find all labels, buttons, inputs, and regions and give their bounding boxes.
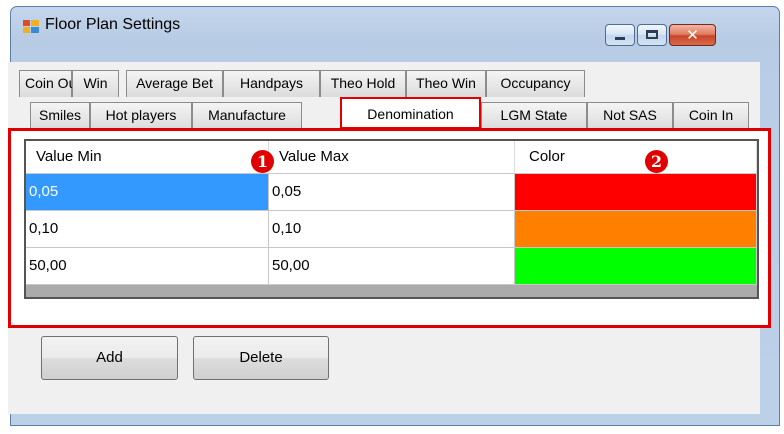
- tab-denomination[interactable]: Denomination: [340, 97, 481, 129]
- tab-handpays[interactable]: Handpays: [223, 70, 320, 97]
- cell-value-min[interactable]: 50,00: [26, 248, 269, 285]
- cell-color[interactable]: [515, 174, 757, 211]
- tab-manufacture[interactable]: Manufacture: [192, 102, 302, 129]
- column-header-value-min[interactable]: Value Min: [26, 141, 269, 173]
- cell-value-max[interactable]: 0,10: [269, 211, 515, 248]
- tab-not-sas[interactable]: Not SAS: [587, 102, 673, 129]
- callout-marker-2: 2: [645, 150, 668, 173]
- cell-value-max[interactable]: 50,00: [269, 248, 515, 285]
- maximize-button[interactable]: [637, 24, 667, 46]
- tab-theo-hold[interactable]: Theo Hold: [320, 70, 406, 97]
- tab-win[interactable]: Win: [72, 70, 119, 97]
- add-button[interactable]: Add: [41, 336, 178, 380]
- table-row[interactable]: 50,00 50,00: [26, 248, 757, 285]
- minimize-icon: [615, 37, 625, 40]
- tab-smiles[interactable]: Smiles: [30, 102, 90, 129]
- color-swatch: [515, 174, 756, 210]
- cell-value-max[interactable]: 0,05: [269, 174, 515, 211]
- tab-coin-out[interactable]: Coin Out: [19, 70, 80, 97]
- delete-button[interactable]: Delete: [193, 336, 329, 380]
- tab-theo-win[interactable]: Theo Win: [406, 70, 486, 97]
- tab-occupancy[interactable]: Occupancy: [486, 70, 585, 97]
- close-button[interactable]: ✕: [669, 24, 716, 46]
- app-icon: [23, 20, 39, 34]
- window-title: Floor Plan Settings: [45, 16, 181, 33]
- column-header-color[interactable]: Color: [515, 141, 757, 173]
- table-row[interactable]: 0,10 0,10: [26, 211, 757, 248]
- color-swatch: [515, 211, 756, 247]
- cell-color[interactable]: [515, 248, 757, 285]
- column-header-value-max[interactable]: Value Max: [269, 141, 515, 173]
- maximize-icon: [646, 30, 658, 39]
- tab-lgm-state[interactable]: LGM State: [481, 102, 587, 129]
- tab-hot-players[interactable]: Hot players: [90, 102, 192, 129]
- tab-average-bet[interactable]: Average Bet: [126, 70, 223, 97]
- cell-value-min[interactable]: 0,05: [26, 174, 269, 211]
- table-row[interactable]: 0,05 0,05: [26, 174, 757, 211]
- callout-marker-1: 1: [251, 150, 274, 173]
- color-swatch: [515, 248, 756, 284]
- close-icon: ✕: [686, 26, 699, 44]
- cell-value-min[interactable]: 0,10: [26, 211, 269, 248]
- tab-coin-in[interactable]: Coin In: [673, 102, 749, 129]
- cell-color[interactable]: [515, 211, 757, 248]
- minimize-button[interactable]: [605, 24, 635, 46]
